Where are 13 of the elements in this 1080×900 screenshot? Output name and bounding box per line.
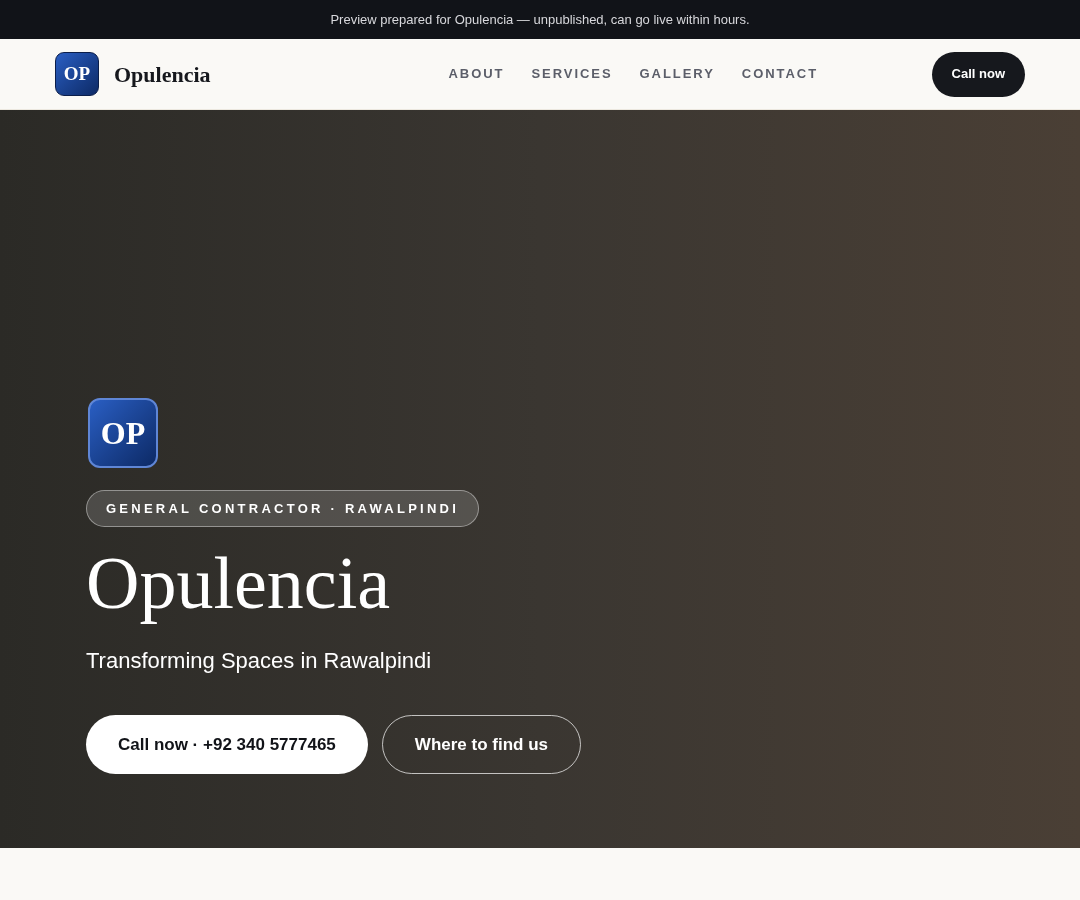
hero-subtitle: Transforming Spaces in Rawalpindi <box>86 647 433 675</box>
hero-title: Opulencia <box>86 541 392 627</box>
announcement-bar: Preview prepared for Opulencia — unpublished, can go live within hours. <box>0 0 1080 39</box>
nav-link[interactable]: ABOUT <box>448 64 505 84</box>
nav-link[interactable]: CONTACT <box>741 64 819 84</box>
brand-name: Opulencia <box>114 60 211 89</box>
nav-link[interactable]: SERVICES <box>531 64 613 84</box>
tagline-pill: GENERAL CONTRACTOR · RAWALPINDI <box>86 489 480 528</box>
logo-badge[interactable]: OP <box>55 52 99 96</box>
hero-logo-badge: OP <box>88 397 158 468</box>
call-button[interactable]: Call now · +92 340 5777465 <box>86 715 368 774</box>
nav-link[interactable]: GALLERY <box>639 64 715 84</box>
call-now-button[interactable]: Call now <box>931 51 1025 97</box>
